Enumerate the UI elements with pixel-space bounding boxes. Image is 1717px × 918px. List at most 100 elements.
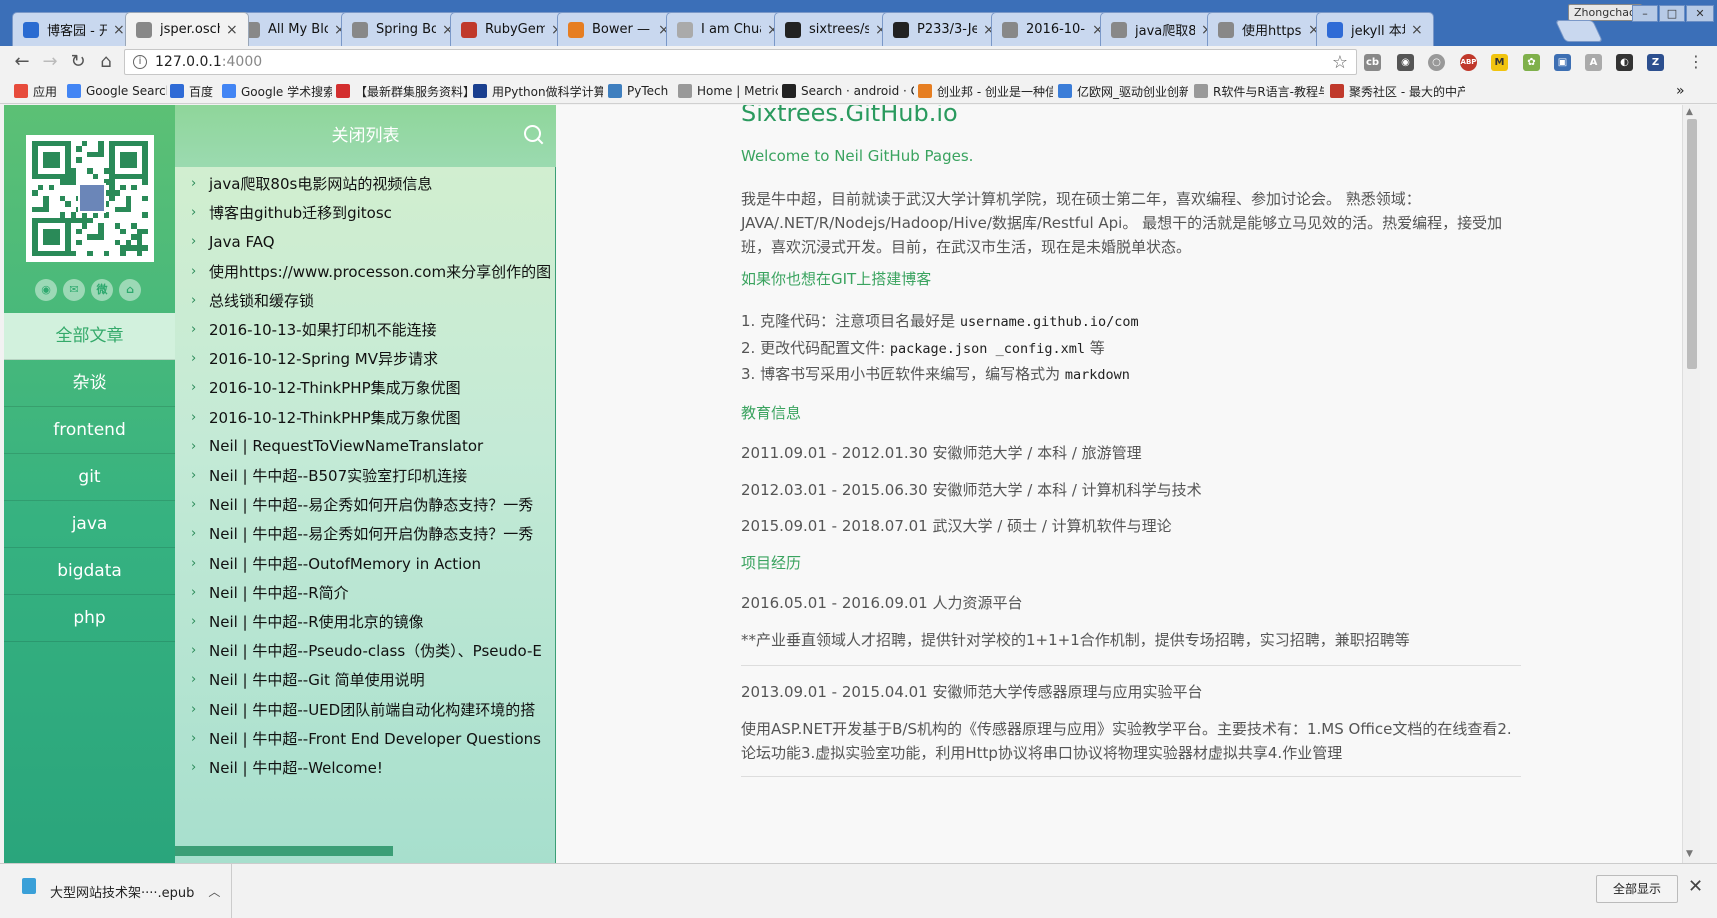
- site-title[interactable]: Sixtrees.GitHub.io: [741, 105, 1521, 127]
- show-all-downloads-button[interactable]: 全部显示: [1596, 875, 1678, 903]
- list-item[interactable]: › Neil | 牛中超--易企秀如何开启伪静态支持？一秀: [191, 490, 556, 519]
- weibo-icon[interactable]: 微: [91, 279, 113, 301]
- sidebar-item-category[interactable]: bigdata: [4, 548, 175, 595]
- tab-10[interactable]: 2016-10-1×: [991, 12, 1115, 46]
- scroll-down-icon[interactable]: ▼: [1686, 849, 1693, 859]
- list-item[interactable]: › Neil | 牛中超--Front End Developer Questio…: [191, 724, 556, 753]
- extension-m-icon[interactable]: M: [1491, 54, 1508, 71]
- bookmark-item[interactable]: Search · android · G: [782, 82, 914, 100]
- extension-moon-icon[interactable]: ◐: [1616, 54, 1633, 71]
- bookmark-item[interactable]: 亿欧网_驱动创业创新: [1058, 82, 1188, 100]
- tab-4[interactable]: Spring Boo×: [341, 12, 465, 46]
- list-item[interactable]: › Neil | 牛中超--R使用北京的镜像: [191, 607, 556, 636]
- download-filename: 大型网站技术架····.epub: [50, 886, 195, 901]
- list-item[interactable]: › Neil | 牛中超--易企秀如何开启伪静态支持？一秀: [191, 519, 556, 548]
- address-bar[interactable]: i 127.0.0.1:4000 ☆: [124, 49, 1357, 75]
- tab-1[interactable]: 博客园 - 开 ×: [12, 12, 136, 46]
- new-tab-button[interactable]: [1554, 20, 1604, 42]
- bookmark-item[interactable]: PyTech: [608, 82, 668, 100]
- list-item[interactable]: › 2016-10-12-ThinkPHP集成万象优图: [191, 403, 556, 432]
- list-item[interactable]: › 2016-10-12-Spring MV异步请求: [191, 344, 556, 373]
- profile-badge[interactable]: Zhongchao: [1568, 4, 1642, 21]
- bookmark-item[interactable]: R软件与R语言-教程与: [1194, 82, 1324, 100]
- github-icon[interactable]: ⌂: [119, 279, 141, 301]
- list-item[interactable]: › 2016-10-13-如果打印机不能连接: [191, 315, 556, 344]
- bookmark-item[interactable]: Google 学术搜索: [222, 82, 332, 100]
- list-item[interactable]: › 博客由github迁移到gitosc: [191, 198, 556, 227]
- info-icon[interactable]: i: [133, 55, 147, 69]
- maximize-button[interactable]: □: [1659, 5, 1685, 22]
- minimize-button[interactable]: –: [1632, 5, 1658, 22]
- tab-9[interactable]: P233/3-Je ×: [882, 12, 1006, 46]
- list-item[interactable]: › Neil | 牛中超--Welcome!: [191, 753, 556, 782]
- bookmark-item[interactable]: 用Python做科学计算: [473, 82, 603, 100]
- reload-button[interactable]: ↻: [66, 50, 90, 74]
- list-item[interactable]: › 2016-10-12-ThinkPHP集成万象优图: [191, 373, 556, 402]
- bookmark-item[interactable]: 【最新群集服务资料】: [336, 82, 468, 100]
- list-item[interactable]: › java爬取80s电影网站的视频信息: [191, 169, 556, 198]
- list-item[interactable]: › Neil | 牛中超--Pseudo-class（伪类）、Pseudo-E: [191, 636, 556, 665]
- email-icon[interactable]: ✉: [63, 279, 85, 301]
- close-download-bar-icon[interactable]: ✕: [1688, 876, 1703, 897]
- list-item[interactable]: › Neil | 牛中超--UED团队前端自动化构建环境的搭: [191, 695, 556, 724]
- home-button[interactable]: ⌂: [94, 50, 118, 74]
- sidebar-item-category[interactable]: 全部文章: [4, 313, 175, 360]
- extension-z-icon[interactable]: Z: [1647, 54, 1664, 71]
- tab-3[interactable]: All My Blog×: [233, 12, 357, 46]
- list-item[interactable]: › Neil | 牛中超--R简介: [191, 578, 556, 607]
- download-item[interactable]: 大型网站技术架····.epub ︿: [0, 864, 232, 918]
- bookmark-item[interactable]: 创业邦 - 创业是一种信: [918, 82, 1053, 100]
- close-list-button[interactable]: 关闭列表: [175, 105, 556, 167]
- extension-tree-icon[interactable]: ✿: [1523, 54, 1540, 71]
- tab-8[interactable]: sixtrees/s ×: [774, 12, 898, 46]
- bookmark-item[interactable]: Google Search: [67, 82, 167, 100]
- list-item[interactable]: › Neil | 牛中超--Git 简单使用说明: [191, 665, 556, 694]
- list-item[interactable]: › 总线锁和缓存锁: [191, 286, 556, 315]
- scroll-up-icon[interactable]: ▲: [1686, 107, 1693, 117]
- chevron-up-icon[interactable]: ︿: [208, 883, 220, 900]
- extension-camera-icon[interactable]: ▣: [1554, 54, 1571, 71]
- list-item[interactable]: › Neil | RequestToViewNameTranslator: [191, 432, 556, 461]
- bookmark-star-icon[interactable]: ☆: [1332, 52, 1348, 73]
- chevron-right-icon: ›: [191, 351, 197, 367]
- chrome-menu-icon[interactable]: ⋮: [1684, 50, 1708, 74]
- list-item[interactable]: › Neil | 牛中超--B507实验室打印机连接: [191, 461, 556, 490]
- back-button[interactable]: ←: [10, 50, 34, 74]
- scrollbar-thumb[interactable]: [1687, 119, 1697, 369]
- search-icon[interactable]: [524, 125, 544, 145]
- sidebar-item-category[interactable]: java: [4, 501, 175, 548]
- adblock-icon[interactable]: ABP: [1460, 54, 1477, 71]
- tab-6[interactable]: Bower — a×: [557, 12, 681, 46]
- extension-a-icon[interactable]: A: [1585, 54, 1602, 71]
- bookmarks-overflow-icon[interactable]: »: [1676, 82, 1685, 100]
- sidebar-item-category[interactable]: 杂谈: [4, 360, 175, 407]
- list-item[interactable]: › Java FAQ: [191, 227, 556, 256]
- tab-5[interactable]: RubyGem×: [450, 12, 574, 46]
- close-window-button[interactable]: ✕: [1686, 5, 1714, 22]
- page-scrollbar[interactable]: ▲ ▼: [1682, 105, 1700, 863]
- list-item[interactable]: › Neil | 牛中超--OutofMemory in Action: [191, 549, 556, 578]
- bookmark-item[interactable]: 百度: [170, 82, 213, 100]
- tab-12[interactable]: 使用https ×: [1207, 12, 1331, 46]
- extension-cb-icon[interactable]: cb: [1364, 54, 1381, 71]
- bookmark-item[interactable]: 应用: [14, 82, 57, 100]
- page-icon: [1111, 21, 1127, 38]
- chevron-right-icon: ›: [191, 409, 197, 425]
- rss-icon[interactable]: ◉: [35, 279, 57, 301]
- post-list-horizontal-scrollbar[interactable]: [175, 846, 393, 856]
- extension-circle-icon[interactable]: ○: [1428, 54, 1445, 71]
- forward-button[interactable]: →: [38, 50, 62, 74]
- tab-13[interactable]: jekyll 本地 ×: [1316, 12, 1434, 46]
- extension-face-icon[interactable]: ◉: [1397, 54, 1414, 71]
- sidebar-item-category[interactable]: git: [4, 454, 175, 501]
- bookmark-item[interactable]: 聚秀社区 - 最大的中产: [1330, 82, 1465, 100]
- sidebar-item-category[interactable]: frontend: [4, 407, 175, 454]
- list-item[interactable]: › 使用https://www.processon.com来分享创作的图: [191, 257, 556, 286]
- sidebar-item-category[interactable]: php: [4, 595, 175, 642]
- tab-11[interactable]: java爬取8×: [1100, 12, 1224, 46]
- tab-7[interactable]: I am Chua ×: [666, 12, 790, 46]
- close-tab-icon[interactable]: ×: [226, 22, 240, 38]
- tab-2[interactable]: jsper.osch ×: [125, 12, 249, 46]
- bookmark-item[interactable]: Home | Metrics: [678, 82, 778, 100]
- close-tab-icon[interactable]: ×: [1411, 22, 1425, 38]
